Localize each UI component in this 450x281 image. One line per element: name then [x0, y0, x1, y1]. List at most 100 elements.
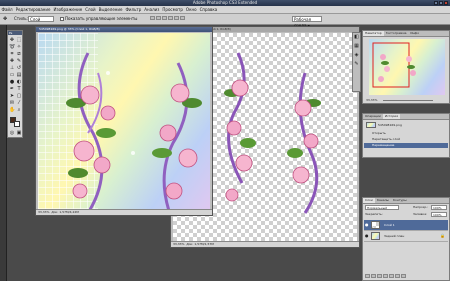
document-2-status: 33,33% Док: 1,57М/1,57М: [171, 241, 359, 247]
brushes-panel-icon[interactable]: ✎: [353, 60, 360, 69]
show-transform-checkbox[interactable]: Показать управляющие элементы: [60, 16, 137, 22]
stamp-icon[interactable]: ⊥: [9, 65, 15, 71]
blur-icon[interactable]: ●: [9, 79, 15, 85]
layer-style-button[interactable]: [371, 274, 376, 278]
menu-image[interactable]: Изображение: [52, 6, 84, 13]
menu-window[interactable]: Окно: [184, 6, 198, 13]
tab-navigator[interactable]: Навигатор: [363, 31, 384, 36]
brush-icon[interactable]: ✎: [16, 58, 22, 64]
document-2-zoom[interactable]: 33,33%: [173, 242, 184, 246]
menu-layer[interactable]: Слой: [84, 6, 97, 13]
hand-icon[interactable]: ✋: [9, 107, 15, 113]
checkbox-icon[interactable]: [60, 17, 64, 21]
crop-icon[interactable]: ⌗: [9, 51, 15, 57]
background-color-swatch[interactable]: [14, 121, 20, 127]
zoom-icon[interactable]: ⌕: [16, 107, 22, 113]
fill-field[interactable]: 100%: [431, 212, 447, 217]
history-brush-icon[interactable]: ↺: [16, 65, 22, 71]
new-layer-button[interactable]: [395, 274, 400, 278]
marquee-icon[interactable]: ⬚: [16, 37, 22, 43]
tab-layers[interactable]: Слои: [363, 198, 375, 203]
swatches-panel-icon[interactable]: ▦: [353, 42, 360, 51]
style-label: Стиль:: [14, 16, 28, 21]
tab-history[interactable]: История: [382, 114, 400, 119]
history-item[interactable]: Открыть: [364, 131, 448, 136]
navigator-preview[interactable]: [369, 39, 445, 95]
align-top-button[interactable]: [150, 16, 155, 20]
history-snapshot[interactable]: 545498169.png: [364, 121, 448, 129]
navigator-zoom-slider[interactable]: [383, 100, 433, 101]
options-bar: ✥ Стиль: Слой Показать управляющие элеме…: [0, 14, 450, 28]
layers-panel: Слои Каналы Контуры Нормальный Непрозр.: 1…: [362, 197, 450, 281]
align-left-button[interactable]: [168, 16, 173, 20]
delete-layer-button[interactable]: [401, 274, 406, 278]
menu-analysis[interactable]: Анализ: [143, 6, 161, 13]
document-1-zoom[interactable]: 33,33%: [38, 210, 49, 214]
lasso-icon[interactable]: ➰: [9, 44, 15, 50]
history-item[interactable]: Перемещение: [364, 143, 448, 148]
link-layers-button[interactable]: [365, 274, 370, 278]
document-1-title[interactable]: 545498169.png @ 33% (Слой 1, RGB/8): [36, 27, 212, 32]
tab-channels[interactable]: Каналы: [375, 198, 391, 203]
shape-icon[interactable]: ▢: [16, 93, 22, 99]
align-middle-button[interactable]: [156, 16, 161, 20]
blend-mode-select[interactable]: Нормальный: [365, 205, 399, 210]
menu-file[interactable]: Файл: [0, 6, 14, 13]
pen-icon[interactable]: ✒: [9, 86, 15, 92]
menu-edit[interactable]: Редактирование: [14, 6, 52, 13]
notes-icon[interactable]: ✉: [9, 100, 15, 106]
document-1-canvas[interactable]: [38, 33, 210, 210]
style-select[interactable]: Слой: [28, 16, 54, 22]
add-mask-button[interactable]: [377, 274, 382, 278]
opacity-field[interactable]: 100%: [431, 205, 447, 210]
navigator-thumbnail: [372, 42, 416, 88]
healing-icon[interactable]: ✚: [9, 58, 15, 64]
close-button[interactable]: [444, 1, 448, 5]
history-item[interactable]: Перетащить слой: [364, 137, 448, 142]
visibility-eye-icon[interactable]: ●: [365, 222, 369, 227]
eraser-icon[interactable]: ▭: [9, 72, 15, 78]
quick-mask-icon[interactable]: ◎: [9, 130, 15, 136]
new-group-button[interactable]: [389, 274, 394, 278]
layer-row[interactable]: ● Задний план 🔒: [364, 231, 448, 242]
workspace-menu[interactable]: Рабочая среда ▾: [292, 16, 322, 28]
align-right-button[interactable]: [180, 16, 185, 20]
opacity-label: Непрозр.:: [413, 205, 429, 209]
snapshot-thumbnail: [366, 122, 376, 128]
styles-panel-icon[interactable]: ◈: [353, 51, 360, 60]
show-transform-label: Показать управляющие элементы: [65, 16, 138, 21]
history-item-label: Перемещение: [372, 143, 395, 147]
tab-actions[interactable]: Операции: [363, 114, 383, 119]
move-icon[interactable]: ✥: [9, 37, 15, 43]
toolbox-header: Ps: [8, 31, 22, 35]
eyedropper-icon[interactable]: ⁄: [16, 100, 22, 106]
maximize-button[interactable]: [439, 1, 443, 5]
move-tool-icon[interactable]: ✥: [3, 16, 11, 22]
type-icon[interactable]: T: [16, 86, 22, 92]
align-bottom-button[interactable]: [162, 16, 167, 20]
align-center-button[interactable]: [174, 16, 179, 20]
dodge-icon[interactable]: ◐: [16, 79, 22, 85]
screen-mode-icon[interactable]: ▣: [16, 130, 22, 136]
magic-wand-icon[interactable]: ✧: [16, 44, 22, 50]
menu-select[interactable]: Выделение: [97, 6, 124, 13]
path-select-icon[interactable]: ➤: [9, 93, 15, 99]
adjustment-layer-button[interactable]: [383, 274, 388, 278]
menu-filter[interactable]: Фильтр: [124, 6, 143, 13]
document-window-1[interactable]: 545498169.png @ 33% (Слой 1, RGB/8) 33,3…: [35, 26, 213, 216]
layers-footer: [365, 274, 407, 279]
navigator-panel-icon[interactable]: ◧: [353, 33, 360, 42]
navigator-zoom[interactable]: 33,33%: [366, 98, 377, 102]
visibility-eye-icon[interactable]: ●: [365, 233, 369, 238]
rose-artwork-1: [66, 52, 202, 210]
tab-paths[interactable]: Контуры: [391, 198, 409, 203]
slice-icon[interactable]: ⧄: [16, 51, 22, 57]
minimize-button[interactable]: [434, 1, 438, 5]
menu-help[interactable]: Справка: [198, 6, 219, 13]
tab-histogram[interactable]: Гистограмма: [384, 31, 409, 36]
layer-row[interactable]: ● Слой 1: [364, 220, 448, 231]
tab-info[interactable]: Инфо: [408, 31, 421, 36]
gradient-icon[interactable]: ▤: [16, 72, 22, 78]
menu-view[interactable]: Просмотр: [161, 6, 185, 13]
rose-cluster-icon: [224, 52, 256, 202]
